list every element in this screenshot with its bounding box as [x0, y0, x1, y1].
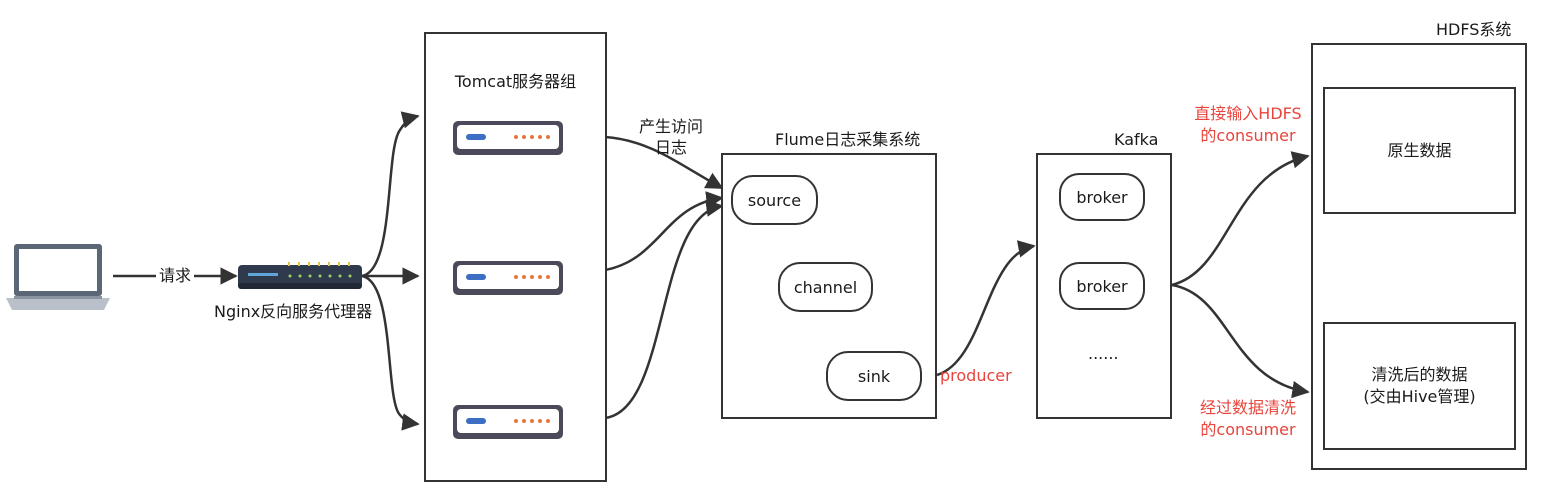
kafka-broker-2: broker: [1059, 262, 1145, 310]
flume-sink: sink: [826, 351, 922, 401]
tomcat-title: Tomcat服务器组: [454, 72, 577, 91]
flume-source: source: [731, 175, 818, 225]
server-icon: [453, 405, 563, 439]
generate-log-label-line2: 日志: [654, 138, 687, 157]
edge-server2-to-flume: [604, 191, 724, 272]
nginx-label: Nginx反向服务代理器: [214, 302, 373, 321]
direct-consumer-label-line2: 的consumer: [1200, 126, 1296, 145]
hdfs-cleaned-data-label-line1: 清洗后的数据: [1371, 365, 1468, 384]
router-icon: [238, 262, 362, 289]
clean-consumer-label-line2: 的consumer: [1200, 420, 1296, 439]
server-icon: [453, 261, 563, 295]
clean-consumer-label-line1: 经过数据清洗: [1199, 398, 1296, 417]
server-icon: [453, 121, 563, 155]
hdfs-raw-data: 原生数据: [1323, 87, 1516, 214]
architecture-diagram: 请求 产生访问 日志 producer 直接输入HDFS 的consumer 经…: [0, 0, 1549, 503]
edge-nginx-to-server3: [361, 274, 420, 431]
edge-kafka-to-raw: [1171, 151, 1310, 287]
flume-channel: channel: [778, 262, 873, 312]
laptop-icon: [6, 244, 110, 310]
hdfs-cleaned-data: 清洗后的数据 (交由Hive管理): [1323, 322, 1516, 450]
kafka-broker-1: broker: [1059, 173, 1145, 221]
direct-consumer-label-line1: 直接输入HDFS: [1194, 104, 1302, 123]
edge-nginx-to-server1: [361, 111, 420, 278]
hdfs-title: HDFS系统: [1436, 20, 1512, 39]
flume-title: Flume日志采集系统: [775, 130, 921, 149]
producer-label: producer: [940, 366, 1012, 385]
edge-server3-to-flume: [604, 199, 724, 420]
hdfs-cleaned-data-label-line2: (交由Hive管理): [1363, 387, 1476, 406]
hdfs-raw-data-label: 原生数据: [1387, 140, 1452, 160]
kafka-title: Kafka: [1114, 130, 1159, 149]
request-label: 请求: [156, 266, 195, 286]
kafka-more-brokers: ......: [1088, 344, 1119, 363]
edge-producer: [936, 240, 1036, 377]
generate-log-label-line1: 产生访问: [638, 117, 703, 136]
edge-kafka-to-cleaned: [1171, 283, 1310, 399]
